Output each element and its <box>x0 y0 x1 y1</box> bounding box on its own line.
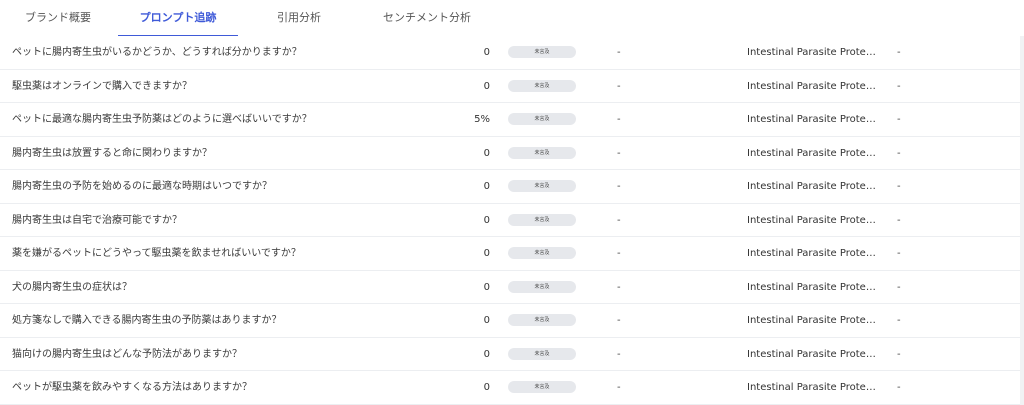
visibility-value: 0 <box>483 248 490 259</box>
topic-label: Intestinal Parasite Protecti... <box>747 47 881 58</box>
table-row[interactable]: 腸内寄生虫は自宅で治療可能ですか？ 0 未言及 - Intestinal Par… <box>0 204 1020 237</box>
table-row[interactable]: 処方箋なしで購入できる腸内寄生虫の予防薬はありますか？ 0 未言及 - Inte… <box>0 304 1020 338</box>
status-badge-cell: 未言及 <box>508 271 576 304</box>
topic-label: Intestinal Parasite Protecti... <box>747 214 881 226</box>
status-badge-cell: 未言及 <box>508 371 576 404</box>
table-row[interactable]: 猫向けの腸内寄生虫はどんな予防法がありますか？ 0 未言及 - Intestin… <box>0 338 1020 371</box>
topic-label: Intestinal Parasite Protecti... <box>747 348 881 360</box>
status-badge: 未言及 <box>508 280 576 293</box>
status-badge-cell: 未言及 <box>508 36 576 69</box>
visibility-value: 0 <box>483 281 490 293</box>
visibility-value: 0 <box>483 181 490 192</box>
prompt-question: 腸内寄生虫の予防を始めるのに最適な時期はいつですか？ <box>12 181 272 192</box>
citation-value: - <box>617 47 621 58</box>
citation-value: - <box>617 348 621 360</box>
citation-value: - <box>617 214 621 226</box>
visibility-value: 0 <box>483 382 490 393</box>
prompt-table: ペットに腸内寄生虫がいるかどうか、どうすれば分かりますか？ 0 未言及 - In… <box>0 36 1020 405</box>
status-badge: 未言及 <box>508 381 576 393</box>
status-badge-cell: 未言及 <box>508 237 576 270</box>
citation-value: - <box>617 315 621 326</box>
status-badge-cell: 未言及 <box>508 338 576 371</box>
extra-value: - <box>897 147 901 159</box>
extra-value: - <box>897 47 901 58</box>
citation-value: - <box>617 382 621 393</box>
prompt-question: ペットに腸内寄生虫がいるかどうか、どうすれば分かりますか？ <box>12 47 302 58</box>
prompt-question: 駆虫薬はオンラインで購入できますか？ <box>12 80 192 92</box>
status-badge: 未言及 <box>508 180 576 192</box>
extra-value: - <box>897 181 901 192</box>
extra-value: - <box>897 348 901 360</box>
topic-label: Intestinal Parasite Protecti... <box>747 181 881 192</box>
table-row[interactable]: 腸内寄生虫は放置すると命に関わりますか？ 0 未言及 - Intestinal … <box>0 137 1020 170</box>
table-row[interactable]: ペットが駆虫薬を飲みやすくなる方法はありますか？ 0 未言及 - Intesti… <box>0 371 1020 405</box>
table-row[interactable]: 腸内寄生虫の予防を始めるのに最適な時期はいつですか？ 0 未言及 - Intes… <box>0 170 1020 204</box>
table-row[interactable]: 駆虫薬はオンラインで購入できますか？ 0 未言及 - Intestinal Pa… <box>0 70 1020 103</box>
table-row[interactable]: 犬の腸内寄生虫の症状は？ 0 未言及 - Intestinal Parasite… <box>0 271 1020 304</box>
topic-label: Intestinal Parasite Protecti... <box>747 281 881 293</box>
status-badge: 未言及 <box>508 46 576 58</box>
prompt-tracking-page: ブランド概要 プロンプト追跡 引用分析 センチメント分析 ペットに腸内寄生虫がい… <box>0 0 1024 405</box>
topic-label: Intestinal Parasite Protecti... <box>747 382 881 393</box>
prompt-question: ペットに最適な腸内寄生虫予防薬はどのように選べばいいですか？ <box>12 114 312 125</box>
citation-value: - <box>617 181 621 192</box>
status-badge-cell: 未言及 <box>508 137 576 170</box>
status-badge-cell: 未言及 <box>508 304 576 337</box>
status-badge-cell: 未言及 <box>508 170 576 203</box>
tab-brand-overview[interactable]: ブランド概要 <box>8 0 108 36</box>
topic-label: Intestinal Parasite Protecti... <box>747 248 881 259</box>
status-badge: 未言及 <box>508 247 576 259</box>
topic-label: Intestinal Parasite Protecti... <box>747 315 881 326</box>
extra-value: - <box>897 114 901 125</box>
extra-value: - <box>897 214 901 226</box>
topic-label: Intestinal Parasite Protecti... <box>747 147 881 159</box>
prompt-question: 猫向けの腸内寄生虫はどんな予防法がありますか？ <box>12 348 242 360</box>
status-badge-cell: 未言及 <box>508 70 576 103</box>
citation-value: - <box>617 147 621 159</box>
prompt-question: 犬の腸内寄生虫の症状は？ <box>12 281 132 293</box>
citation-value: - <box>617 80 621 92</box>
visibility-value: 0 <box>483 315 490 326</box>
status-badge: 未言及 <box>508 213 576 226</box>
visibility-value: 0 <box>483 147 490 159</box>
status-badge-cell: 未言及 <box>508 103 576 136</box>
table-row[interactable]: ペットに最適な腸内寄生虫予防薬はどのように選べばいいですか？ 5% 未言及 - … <box>0 103 1020 137</box>
visibility-value: 0 <box>483 214 490 226</box>
table-row[interactable]: 薬を嫌がるペットにどうやって駆虫薬を飲ませればいいですか？ 0 未言及 - In… <box>0 237 1020 271</box>
extra-value: - <box>897 382 901 393</box>
extra-value: - <box>897 281 901 293</box>
status-badge: 未言及 <box>508 314 576 326</box>
tab-prompt-tracking[interactable]: プロンプト追跡 <box>118 0 238 37</box>
scrollbar-track[interactable] <box>1020 36 1024 405</box>
status-badge: 未言及 <box>508 113 576 125</box>
status-badge: 未言及 <box>508 79 576 92</box>
topic-label: Intestinal Parasite Protecti... <box>747 80 881 92</box>
topic-label: Intestinal Parasite Protecti... <box>747 114 881 125</box>
extra-value: - <box>897 248 901 259</box>
status-badge: 未言及 <box>508 347 576 360</box>
prompt-question: 腸内寄生虫は放置すると命に関わりますか？ <box>12 147 212 159</box>
visibility-value: 0 <box>483 348 490 360</box>
tab-sentiment-analysis[interactable]: センチメント分析 <box>360 0 494 36</box>
status-badge: 未言及 <box>508 146 576 159</box>
visibility-value: 0 <box>483 80 490 92</box>
prompt-question: 処方箋なしで購入できる腸内寄生虫の予防薬はありますか？ <box>12 315 282 326</box>
tab-citation-analysis[interactable]: 引用分析 <box>252 0 346 36</box>
status-badge-cell: 未言及 <box>508 204 576 237</box>
visibility-value: 0 <box>483 47 490 58</box>
extra-value: - <box>897 80 901 92</box>
citation-value: - <box>617 114 621 125</box>
extra-value: - <box>897 315 901 326</box>
tab-bar: ブランド概要 プロンプト追跡 引用分析 センチメント分析 <box>0 0 1024 37</box>
prompt-question: 腸内寄生虫は自宅で治療可能ですか？ <box>12 214 182 226</box>
citation-value: - <box>617 248 621 259</box>
visibility-value: 5% <box>474 114 490 125</box>
table-row[interactable]: ペットに腸内寄生虫がいるかどうか、どうすれば分かりますか？ 0 未言及 - In… <box>0 36 1020 70</box>
citation-value: - <box>617 281 621 293</box>
prompt-question: ペットが駆虫薬を飲みやすくなる方法はありますか？ <box>12 382 252 393</box>
prompt-question: 薬を嫌がるペットにどうやって駆虫薬を飲ませればいいですか？ <box>12 248 301 259</box>
